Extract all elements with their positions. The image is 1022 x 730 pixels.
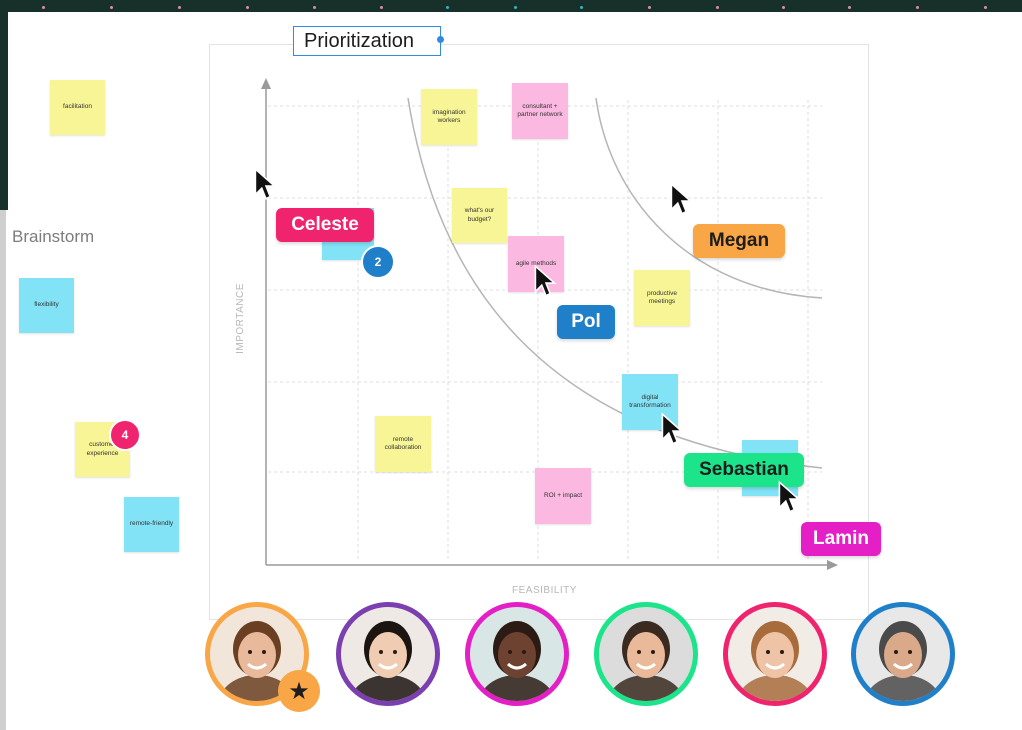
- avatar[interactable]: [723, 602, 827, 706]
- sticky-note[interactable]: imagination workers: [421, 89, 477, 145]
- frame-title[interactable]: Prioritization: [293, 26, 441, 56]
- comment-count-badge[interactable]: 4: [109, 419, 141, 451]
- avatar[interactable]: [465, 602, 569, 706]
- sticky-note[interactable]: facilitation: [50, 80, 105, 135]
- comment-count-badge[interactable]: 2: [361, 245, 395, 279]
- sticky-note[interactable]: remote collaboration: [375, 416, 431, 472]
- avatar[interactable]: [594, 602, 698, 706]
- sticky-note-text: productive meetings: [647, 289, 677, 305]
- resize-handle[interactable]: [437, 36, 444, 43]
- brainstorm-label: Brainstorm: [12, 227, 95, 246]
- sticky-note-text: digital transformation: [629, 393, 671, 409]
- cursor-icon: [670, 182, 693, 215]
- collaborator-tag-megan: Megan: [693, 224, 785, 258]
- sticky-note[interactable]: ROI + impact: [535, 468, 591, 524]
- sticky-note-text: consultant + partner network: [517, 102, 563, 118]
- sticky-note-text: what's our budget?: [464, 207, 495, 223]
- avatar[interactable]: [336, 602, 440, 706]
- sticky-note-text: remote collaboration: [384, 435, 422, 451]
- collaborator-tag-lamin: Lamin: [801, 522, 881, 556]
- collaborator-tag-pol: Pol: [557, 305, 615, 339]
- cursor-icon: [661, 412, 684, 445]
- cursor-icon: [254, 167, 277, 200]
- cursor-icon: [778, 480, 801, 513]
- sticky-note-text: flexibility: [34, 301, 59, 309]
- sticky-note-text: facilitation: [63, 103, 92, 111]
- sticky-note-text: remote-friendly: [129, 520, 174, 528]
- avatar[interactable]: [851, 602, 955, 706]
- sticky-note[interactable]: productive meetings: [634, 270, 690, 326]
- sticky-note[interactable]: flexibility: [19, 278, 74, 333]
- x-axis-label: FEASIBILITY: [512, 585, 577, 596]
- sticky-note-text: ROI + impact: [543, 491, 583, 499]
- star-icon[interactable]: ★: [278, 670, 320, 712]
- cursor-icon: [534, 264, 557, 297]
- sticky-note-text: imagination workers: [432, 108, 466, 124]
- y-axis-label: IMPORTANCE: [234, 283, 246, 354]
- sticky-note[interactable]: what's our budget?: [452, 188, 507, 243]
- sticky-note[interactable]: remote-friendly: [124, 497, 179, 552]
- collaborator-tag-celeste: Celeste: [276, 208, 374, 242]
- sticky-note[interactable]: consultant + partner network: [512, 83, 568, 139]
